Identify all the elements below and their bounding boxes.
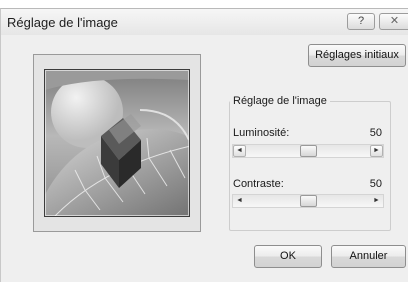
help-button[interactable]: ? [347, 13, 375, 30]
contrast-thumb[interactable] [299, 195, 317, 207]
image-preview-frame [33, 54, 201, 232]
contrast-label: Contraste: [233, 178, 284, 190]
brightness-left-arrow-icon[interactable]: ◄ [233, 145, 246, 157]
ok-button[interactable]: OK [254, 245, 322, 268]
close-button[interactable]: ✕ [379, 13, 408, 30]
brightness-value: 50 [369, 127, 382, 139]
reset-defaults-button[interactable]: Réglages initiaux [308, 44, 406, 67]
cancel-button[interactable]: Annuler [331, 245, 406, 268]
image-adjust-group-title: Réglage de l'image [230, 95, 330, 107]
brightness-thumb[interactable] [299, 145, 317, 157]
dialog-title: Réglage de l'image [7, 15, 118, 30]
contrast-right-arrow-icon[interactable]: ► [370, 195, 383, 207]
contrast-value: 50 [369, 178, 382, 190]
contrast-scrollbar[interactable]: ◄ ► [232, 194, 384, 208]
title-bar: Réglage de l'image ? ✕ [1, 9, 408, 35]
brightness-scrollbar[interactable]: ◄ ► [232, 144, 384, 158]
brightness-right-arrow-icon[interactable]: ► [370, 145, 383, 157]
contrast-left-arrow-icon[interactable]: ◄ [233, 195, 246, 207]
image-adjust-group [229, 101, 391, 231]
close-icon: ✕ [389, 15, 400, 27]
brightness-label: Luminosité: [233, 127, 290, 139]
preview-image [44, 69, 190, 217]
